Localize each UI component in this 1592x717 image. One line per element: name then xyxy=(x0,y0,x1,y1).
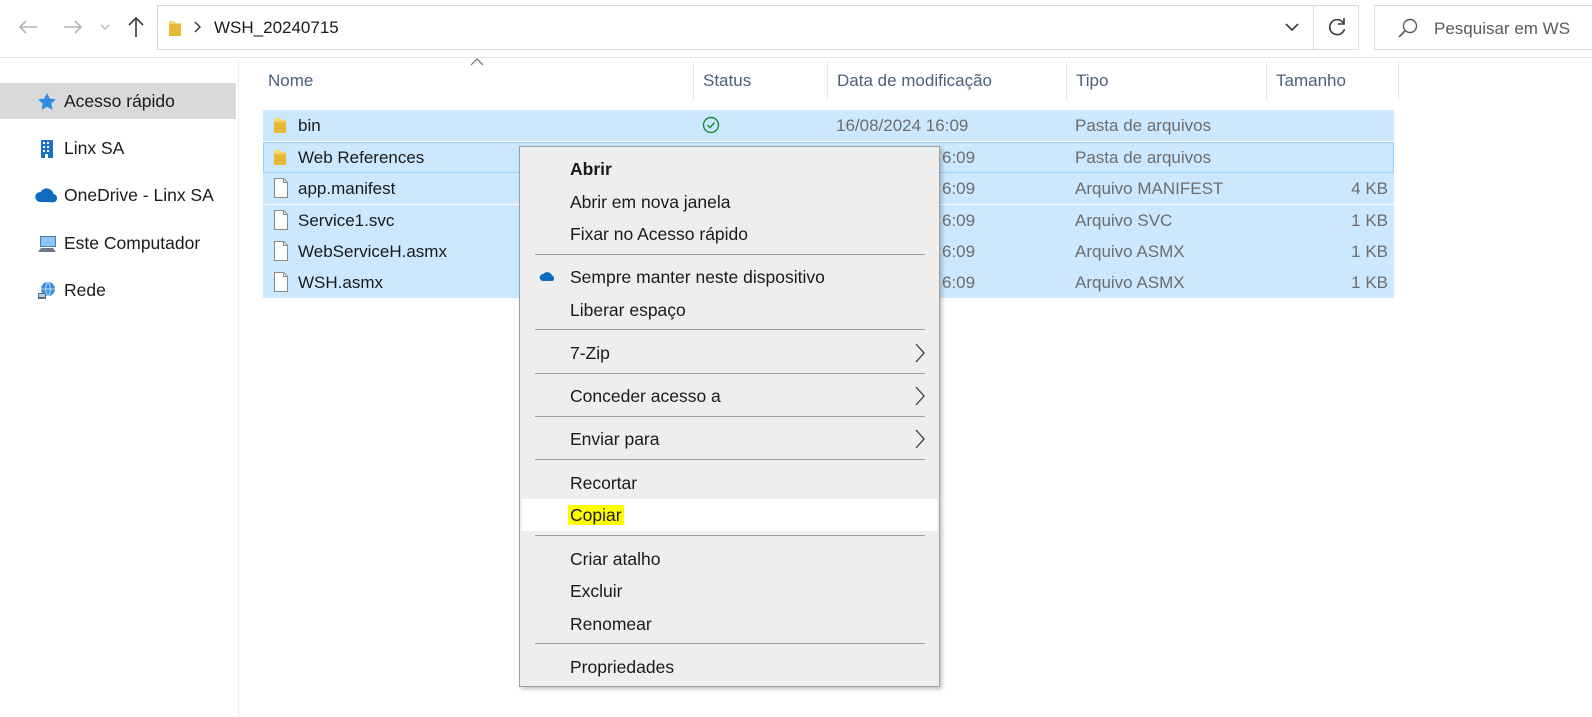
menu-item-open-new-window[interactable]: Abrir em nova janela xyxy=(522,186,937,218)
file-row[interactable]: bin 16/08/2024 16:09 Pasta de arquivos xyxy=(263,110,1394,141)
sidebar-item-label: Rede xyxy=(64,280,106,300)
arrow-up-icon xyxy=(128,16,144,37)
menu-item-send-to[interactable]: Enviar para xyxy=(522,423,937,455)
sidebar-item-linx-sa[interactable]: Linx SA xyxy=(0,130,236,166)
menu-item-7zip[interactable]: 7-Zip xyxy=(522,337,937,369)
star-icon xyxy=(38,93,56,110)
sidebar-item-quick-access[interactable]: Acesso rápido xyxy=(0,83,236,119)
navigation-pane: Acesso rápido Linx SA OneDrive - Linx SA… xyxy=(0,59,239,717)
sidebar-item-label: Acesso rápido xyxy=(64,91,175,111)
menu-item-cut[interactable]: Recortar xyxy=(522,467,937,499)
menu-item-always-keep[interactable]: Sempre manter neste dispositivo xyxy=(522,261,937,293)
menu-item-copy[interactable]: Copiar xyxy=(522,499,937,531)
menu-separator xyxy=(535,459,925,460)
recent-locations-button[interactable] xyxy=(95,12,115,42)
search-box[interactable]: Pesquisar em WS xyxy=(1374,5,1592,50)
network-icon xyxy=(38,281,55,299)
context-menu: Abrir Abrir em nova janela Fixar no Aces… xyxy=(519,146,940,687)
menu-item-free-space[interactable]: Liberar espaço xyxy=(522,294,937,326)
search-placeholder: Pesquisar em WS xyxy=(1434,19,1571,38)
menu-item-create-shortcut[interactable]: Criar atalho xyxy=(522,543,937,575)
submenu-arrow-icon xyxy=(915,386,925,406)
address-divider xyxy=(1313,6,1314,49)
arrow-right-icon xyxy=(64,20,83,34)
forward-button[interactable] xyxy=(60,12,86,42)
column-header-size[interactable]: Tamanho xyxy=(1267,62,1399,100)
menu-separator xyxy=(535,373,925,374)
sidebar-item-network[interactable]: Rede xyxy=(0,272,236,308)
file-icon xyxy=(274,178,288,198)
submenu-arrow-icon xyxy=(915,343,925,363)
sidebar-item-label: OneDrive - Linx SA xyxy=(64,185,214,205)
sidebar-item-label: Este Computador xyxy=(64,233,201,253)
search-icon xyxy=(1398,18,1418,38)
menu-item-open[interactable]: Abrir xyxy=(522,153,937,185)
address-path[interactable]: WSH_20240715 xyxy=(214,18,339,38)
sidebar-item-onedrive[interactable]: OneDrive - Linx SA xyxy=(0,177,236,213)
breadcrumb-chevron-icon xyxy=(194,21,201,33)
menu-item-rename[interactable]: Renomear xyxy=(522,608,937,640)
cloud-icon xyxy=(35,188,58,203)
folder-icon xyxy=(274,150,286,165)
navigation-bar: WSH_20240715 Pesquisar em WS xyxy=(0,0,1592,58)
address-bar[interactable]: WSH_20240715 xyxy=(157,5,1359,50)
refresh-icon[interactable] xyxy=(1326,16,1348,38)
chevron-down-icon xyxy=(100,24,110,30)
menu-separator xyxy=(535,329,925,330)
sidebar-item-label: Linx SA xyxy=(64,138,125,158)
building-icon xyxy=(41,140,53,158)
copy-label-highlight: Copiar xyxy=(568,505,624,525)
column-header-type[interactable]: Tipo xyxy=(1067,62,1267,100)
menu-separator xyxy=(535,535,925,536)
file-icon xyxy=(274,272,288,292)
address-dropdown-icon[interactable] xyxy=(1284,19,1300,35)
menu-separator xyxy=(535,416,925,417)
synced-check-icon xyxy=(702,116,720,134)
menu-separator xyxy=(535,643,925,644)
file-icon xyxy=(274,210,288,230)
menu-item-properties[interactable]: Propriedades xyxy=(522,651,937,683)
column-header-date[interactable]: Data de modificação xyxy=(828,62,1067,100)
menu-item-give-access[interactable]: Conceder acesso a xyxy=(522,380,937,412)
folder-icon xyxy=(169,21,181,36)
sidebar-item-this-pc[interactable]: Este Computador xyxy=(0,225,236,261)
computer-icon xyxy=(38,236,56,252)
submenu-arrow-icon xyxy=(915,429,925,449)
folder-icon xyxy=(274,118,286,133)
up-button[interactable] xyxy=(123,12,149,42)
menu-item-delete[interactable]: Excluir xyxy=(522,575,937,607)
menu-separator xyxy=(535,254,925,255)
file-icon xyxy=(274,241,288,261)
back-button[interactable] xyxy=(15,12,41,42)
arrow-left-icon xyxy=(18,20,37,34)
onedrive-cloud-icon xyxy=(539,272,555,281)
column-header-name[interactable]: Nome xyxy=(259,62,694,100)
column-header-status[interactable]: Status xyxy=(694,62,828,100)
menu-item-pin-quick-access[interactable]: Fixar no Acesso rápido xyxy=(522,218,937,250)
